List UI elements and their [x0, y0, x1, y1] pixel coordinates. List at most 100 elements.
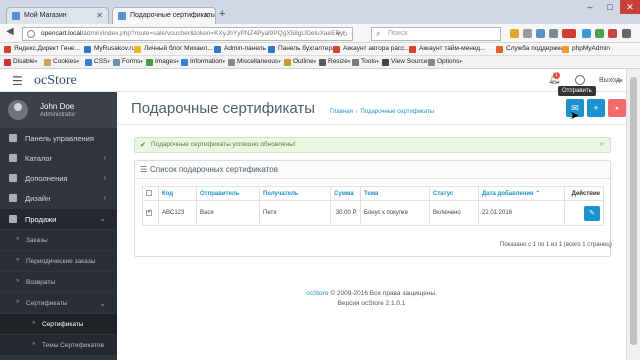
bookmark-icon [333, 46, 340, 53]
screen: Мой Магазин ✕ Подарочные сертификаты ✕ +… [0, 0, 640, 360]
page-scrollbar[interactable] [626, 69, 640, 360]
webdev-options[interactable]: Options▾ [428, 58, 462, 66]
column-theme[interactable]: Тема [360, 186, 430, 201]
sidebar-subitem-recurring[interactable]: » Периодические заказы [0, 251, 117, 271]
bookmark-label: Личный блог Михаил... [144, 45, 213, 52]
bookmark-item[interactable]: Аккаунт тайм-менед... [409, 45, 485, 53]
webdev-css[interactable]: CSS▾ [85, 58, 110, 66]
webdev-forms[interactable]: Forms▾ [113, 58, 143, 66]
sidebar-subitem-label: Периодические заказы [26, 258, 96, 265]
chevron-right-icon: › [103, 173, 106, 182]
webdev-cookies[interactable]: Cookies▾ [44, 58, 79, 66]
row-checkbox[interactable] [146, 208, 152, 216]
chevron-right-icon: › [103, 193, 106, 202]
bookmark-item[interactable]: Аккаунт автора расс... [333, 45, 410, 53]
webdev-disable[interactable]: Disable▾ [4, 58, 37, 66]
reload-icon[interactable]: ▾ ↻ [337, 30, 348, 38]
cookie-icon [44, 59, 51, 66]
footer-version: Версия ocStore 2.1.0.1 [337, 300, 406, 307]
bookmark-item[interactable]: phpMyAdmin [562, 45, 610, 53]
user-profile[interactable]: John Doe Administrator [0, 92, 117, 128]
sidebar-item-label: Панель управления [25, 134, 94, 143]
column-code[interactable]: Код [158, 186, 197, 201]
sidebar-subitem-orders[interactable]: » Заказы [0, 230, 117, 250]
star-icon[interactable] [510, 29, 519, 38]
search-input[interactable]: ⌕ Поиск [371, 27, 501, 41]
webdev-outline[interactable]: Outline▾ [284, 58, 316, 66]
column-amount[interactable]: Сумма [330, 186, 361, 201]
sidebar-item-label: Каталог [25, 154, 53, 163]
new-tab-button[interactable]: + [219, 8, 225, 20]
globe-icon [27, 30, 35, 38]
column-to[interactable]: Получатель [259, 186, 331, 201]
home-icon[interactable] [549, 29, 558, 38]
help-icon[interactable] [575, 75, 585, 85]
bookmark-item[interactable]: MyRusakov.ru [84, 45, 135, 53]
bookmark-item[interactable]: Admin-панель [214, 45, 266, 53]
webdev-tools[interactable]: Tools▾ [352, 58, 379, 66]
webdev-view-source[interactable]: View Source▾ [382, 58, 430, 66]
sidebar-subitem-label: Заказы [26, 237, 48, 244]
webdev-images[interactable]: Images▾ [146, 58, 179, 66]
webdev-label: Information [190, 58, 223, 65]
window-close-button[interactable]: ✕ [620, 0, 640, 14]
user-role: Administrator [40, 112, 76, 118]
sidebar-item-dashboard[interactable]: Панель управления [0, 128, 117, 148]
add-button[interactable]: + [587, 99, 605, 117]
alert-text: Подарочные сертификаты успешно обновлены… [151, 141, 296, 148]
bookmark-item[interactable]: Личный блог Михаил... [134, 45, 213, 53]
sidebar-subitem-label: Сертификаты [42, 321, 84, 328]
column-from[interactable]: Отправитель [196, 186, 260, 201]
sidebar-subitem-returns[interactable]: » Возвраты [0, 272, 117, 292]
tab-vouchers[interactable]: Подарочные сертификаты ✕ [112, 7, 216, 24]
sidebar-subitem-voucher-themes[interactable]: » Темы Сертификатов [0, 335, 117, 355]
adblock-icon[interactable] [562, 29, 576, 38]
menu-icon[interactable] [622, 29, 631, 38]
webdev-resize[interactable]: Resize▾ [319, 58, 350, 66]
brand-logo[interactable]: ocStore [34, 73, 77, 89]
footer-copyright: ocStore © 2009-2016 Все права защищены. [117, 290, 626, 297]
breadcrumb-current[interactable]: Подарочные сертификаты [361, 109, 435, 115]
webdev-misc[interactable]: Miscellaneous▾ [228, 58, 281, 66]
edit-button[interactable]: ✎ [584, 205, 600, 221]
library-icon[interactable] [523, 29, 532, 38]
sidebar-subitem-vouchers[interactable]: » Сертификаты [0, 314, 117, 334]
avatar [8, 100, 28, 120]
resize-icon [319, 59, 326, 66]
download-icon[interactable] [536, 29, 545, 38]
column-status[interactable]: Статус [429, 186, 479, 201]
address-bar[interactable]: opencart.local/admin/index.php?route=sal… [22, 27, 353, 41]
menu-toggle-icon[interactable]: ☰ [12, 74, 23, 88]
footer-brand-link[interactable]: ocStore [306, 290, 328, 297]
back-button[interactable]: ◀ [6, 26, 14, 37]
minimize-button[interactable]: – [580, 0, 600, 14]
logout-icon[interactable]: ⇥ [616, 76, 623, 85]
sidebar-item-design[interactable]: Дизайн › [0, 188, 117, 208]
column-date-added[interactable]: Дата добавления ⌃ [478, 186, 565, 201]
scrollbar-thumb[interactable] [630, 77, 637, 345]
close-icon[interactable]: ✕ [96, 11, 103, 20]
source-icon [382, 59, 389, 66]
sidebar-item-extensions[interactable]: Дополнения › [0, 168, 117, 188]
sidebar-subitem-vouchers-group[interactable]: » Сертификаты ⌄ [0, 293, 117, 313]
breadcrumb-home[interactable]: Главная [330, 109, 353, 115]
close-icon[interactable]: × [599, 140, 604, 149]
extension-icon[interactable] [582, 29, 591, 38]
tab-my-store[interactable]: Мой Магазин ✕ [6, 7, 109, 24]
cell-action: ✎ [564, 200, 604, 226]
select-all-checkbox[interactable] [146, 190, 152, 197]
sidebar-item-sales[interactable]: Продажи ⌄ [0, 209, 117, 229]
sidebar-item-catalog[interactable]: Каталог › [0, 148, 117, 168]
mouse-cursor-icon: ➤ [570, 110, 580, 122]
cell-from: Вася [196, 200, 260, 226]
bookmark-item[interactable]: Яндекс.Директ Гене... [4, 45, 80, 53]
maximize-button[interactable]: □ [600, 0, 620, 14]
delete-button[interactable]: ▪ [608, 99, 626, 117]
extension-icon[interactable] [608, 29, 617, 38]
close-icon[interactable]: ✕ [203, 11, 210, 20]
webdev-label: CSS [94, 58, 108, 65]
bookmark-item[interactable]: Служба поддержки [496, 45, 564, 53]
extension-icon[interactable] [595, 29, 604, 38]
webdev-information[interactable]: Information▾ [181, 58, 225, 66]
bookmark-item[interactable]: Панель бухгалтера [268, 45, 336, 53]
